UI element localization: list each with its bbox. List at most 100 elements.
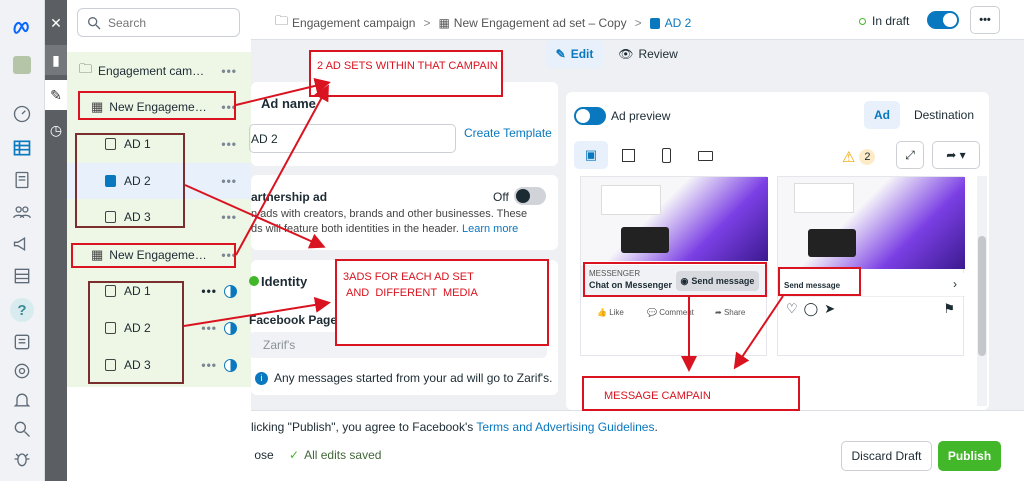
tab-destination[interactable]: Destination (908, 101, 980, 129)
panel-toggle-strip: ✕ ▮ ✎ ◷ (45, 0, 67, 481)
breadcrumb-separator: > (634, 16, 642, 30)
delivery-status-icon (224, 284, 237, 298)
dashboard-icon[interactable] (11, 103, 33, 125)
like-action[interactable]: 👍 Like (597, 308, 624, 317)
comment-action[interactable]: 💬 Comment (647, 308, 694, 317)
pencil-icon: ✎ (555, 47, 566, 61)
facebook-page-label: Facebook Page (249, 313, 338, 327)
more-options-icon[interactable]: ••• (201, 321, 217, 335)
breadcrumb-separator: > (423, 16, 431, 30)
ad-name-input[interactable]: AD 2 (249, 124, 456, 153)
scroll-thumb[interactable] (978, 236, 986, 356)
publish-button[interactable]: Publish (938, 441, 1001, 471)
annotation-adset1-box (78, 91, 236, 120)
preview-scrollbar[interactable] (977, 176, 987, 406)
annotation-adset1-ads-box (75, 133, 185, 228)
partnership-card: artnership ad Off n ads with creators, b… (251, 175, 558, 250)
more-menu-button[interactable]: ••• (970, 6, 1000, 34)
meta-logo-icon[interactable] (11, 16, 33, 38)
more-options-icon[interactable]: ••• (221, 174, 237, 188)
folder-icon: 🗀 (79, 61, 93, 76)
annotation-ads-note: 3ADS FOR EACH AD SET AND DIFFERENT MEDIA (335, 259, 549, 346)
pages-icon[interactable] (11, 169, 33, 191)
tab-ad[interactable]: Ad (864, 101, 900, 129)
edit-button[interactable]: ✎ Edit (546, 40, 603, 68)
share-dropdown-icon[interactable]: ➦ ▾ (932, 141, 980, 169)
campaign-tree-panel: 🗀 Engagement campa... ••• ▦ New Engageme… (67, 0, 251, 481)
bookmark-icon[interactable]: ⚑ (943, 301, 955, 317)
settings-gear-icon[interactable] (11, 360, 33, 382)
search-icon[interactable] (11, 418, 33, 440)
footer: licking "Publish", you agree to Facebook… (251, 410, 1024, 481)
draft-toggle[interactable] (927, 11, 959, 29)
close-icon[interactable]: ✕ (45, 8, 67, 38)
desktop-mobile-icon[interactable]: ▣ (574, 141, 608, 169)
learn-more-link[interactable]: Learn more (462, 223, 518, 235)
delivery-status-icon (224, 358, 237, 372)
history-clock-icon[interactable]: ◷ (45, 115, 67, 145)
partnership-toggle[interactable] (514, 187, 546, 205)
landscape-icon[interactable] (698, 151, 713, 161)
partnership-toggle-label: Off (493, 190, 509, 204)
feed-square-icon[interactable] (622, 149, 635, 162)
more-options-icon[interactable]: ••• (201, 284, 217, 298)
checkmark-icon: ✓ (289, 448, 300, 462)
help-icon[interactable]: ? (10, 298, 34, 322)
ad-preview-toggle[interactable] (574, 107, 606, 125)
share-action[interactable]: ➦ Share (715, 308, 745, 317)
discard-draft-button[interactable]: Discard Draft (841, 441, 932, 471)
breadcrumb-adset[interactable]: New Engagement ad set – Copy (454, 16, 627, 30)
bug-report-icon[interactable] (11, 448, 33, 470)
annotation-adsets-note: 2 AD SETS WITHIN THAT CAMPAIN (309, 50, 503, 97)
campaign-name: Engagement campa... (98, 64, 209, 78)
creative-screen-icon (794, 183, 854, 213)
ads-manager-table-icon[interactable] (11, 137, 33, 159)
ad-icon (649, 17, 660, 29)
edit-label: Edit (570, 47, 594, 61)
catalog-icon[interactable] (11, 265, 33, 287)
terms-link[interactable]: Terms and Advertising Guidelines (476, 420, 654, 434)
warning-icon: ⚠ (842, 149, 856, 166)
campaigns-megaphone-icon[interactable] (11, 233, 33, 255)
reports-icon[interactable] (11, 331, 33, 353)
search-icon (88, 16, 101, 29)
expand-icon[interactable]: ⤢ (896, 141, 924, 169)
review-button[interactable]: 👁 Review (613, 40, 683, 68)
identity-check-icon (249, 276, 259, 286)
story-vertical-icon[interactable] (662, 148, 671, 163)
edit-pencil-icon[interactable]: ✎ (45, 80, 67, 110)
partnership-heading: artnership ad (251, 190, 328, 204)
create-template-link[interactable]: Create Template (464, 126, 552, 140)
annotation-messenger-box (583, 262, 767, 297)
more-options-icon[interactable]: ••• (221, 210, 237, 224)
creative-laptop-icon (621, 227, 669, 253)
identity-heading: Identity (261, 274, 308, 289)
like-label: Like (609, 308, 624, 317)
terms-text: licking "Publish", you agree to Facebook… (251, 420, 658, 434)
more-options-icon[interactable]: ••• (201, 358, 217, 372)
notifications-bell-icon[interactable] (11, 389, 33, 411)
close-button[interactable]: ose (249, 441, 279, 469)
creative-screen-icon (601, 185, 661, 215)
account-thumbnail-icon[interactable] (11, 54, 33, 76)
audiences-icon[interactable] (11, 201, 33, 223)
instagram-actions-icons[interactable]: ♡◯➤ (786, 301, 841, 317)
annotation-ig-send-box (778, 267, 861, 296)
annotation-adsets-text: 2 AD SETS WITHIN THAT CAMPAIN (317, 60, 498, 72)
search-input[interactable] (108, 15, 233, 30)
breadcrumb-ad[interactable]: AD 2 (665, 16, 692, 30)
ad-preview-panel: Ad preview Ad Destination ▣ ⚠ 2 ⤢ ➦ ▾ ME… (566, 92, 989, 410)
ad-preview-label: Ad preview (611, 109, 671, 123)
chart-icon[interactable]: ▮ (45, 45, 67, 75)
page-select-value: Zarif's (263, 338, 296, 352)
delivery-status-icon (224, 321, 237, 335)
info-icon: i (255, 371, 268, 385)
left-nav-rail: ? (0, 0, 45, 481)
more-options-icon[interactable]: ••• (221, 137, 237, 151)
search-field[interactable] (77, 8, 240, 37)
breadcrumb-campaign[interactable]: Engagement campaign (292, 16, 415, 30)
terms-suffix: . (654, 420, 658, 434)
more-options-icon[interactable]: ••• (221, 64, 237, 78)
warnings-indicator[interactable]: ⚠ 2 (842, 148, 876, 166)
tree-campaign-row[interactable]: 🗀 Engagement campa... ••• (67, 53, 251, 89)
